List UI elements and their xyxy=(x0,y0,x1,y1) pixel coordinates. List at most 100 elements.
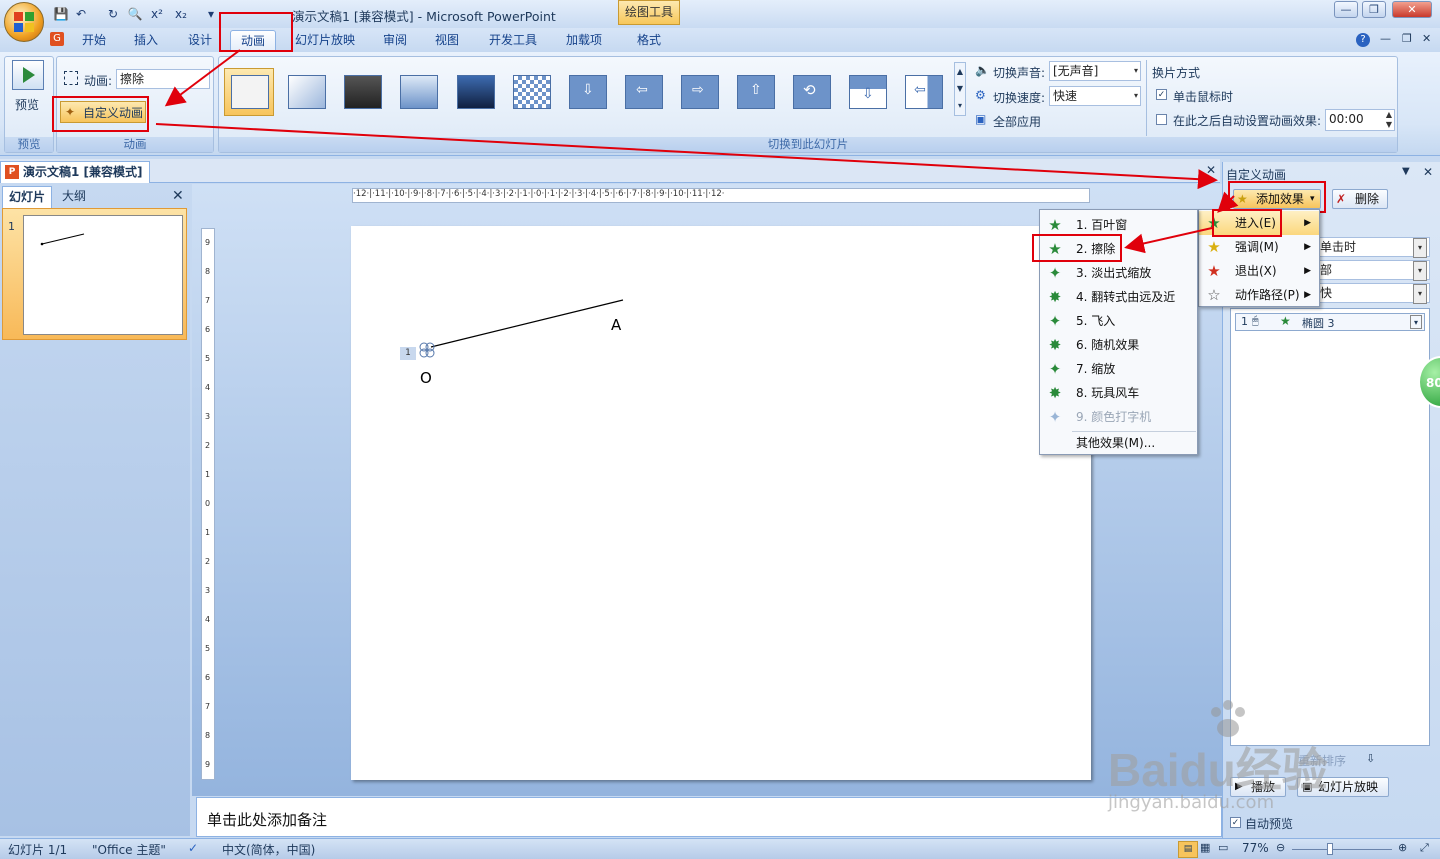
zoom-slider-thumb[interactable] xyxy=(1327,843,1333,855)
redo-icon[interactable]: ↻ xyxy=(104,5,122,23)
effect-fade-zoom[interactable]: ✦ 3. 淡出式缩放 xyxy=(1040,261,1197,285)
apply-all-button[interactable]: 全部应用 xyxy=(993,113,1041,130)
minimize-button[interactable]: — xyxy=(1334,1,1358,18)
document-tab[interactable]: P 演示文稿1 [兼容模式] xyxy=(0,161,150,183)
tab-review[interactable]: 审阅 xyxy=(379,30,411,52)
ribbon-restore-icon[interactable]: ❐ xyxy=(1402,32,1412,45)
zoom-out-icon[interactable]: ⊖ xyxy=(1276,841,1285,854)
maximize-button[interactable]: ❐ xyxy=(1362,1,1386,18)
transition-wipe-right[interactable]: ⇨ xyxy=(674,68,724,116)
slide-thumbnail[interactable] xyxy=(23,215,183,335)
save-icon[interactable]: 💾 xyxy=(52,5,70,23)
sound-dropdown[interactable]: [无声音] ▾ xyxy=(1049,61,1141,81)
effect-flip-far[interactable]: ✸ 4. 翻转式由远及近 xyxy=(1040,285,1197,309)
transition-fade-smooth[interactable] xyxy=(281,68,331,116)
more-effects-item[interactable]: 其他效果(M)... xyxy=(1040,431,1197,455)
undo-icon[interactable]: ↶ xyxy=(72,5,90,23)
animation-order-tag[interactable]: 1 xyxy=(400,347,416,360)
speed-value: 快速 xyxy=(1053,89,1078,103)
effect-zoom[interactable]: ✦ 7. 缩放 xyxy=(1040,357,1197,381)
ribbon-minimize-icon[interactable]: — xyxy=(1380,32,1391,45)
transition-wedge[interactable]: ⟲ xyxy=(786,68,836,116)
superscript-icon[interactable]: x² xyxy=(148,5,166,23)
on-click-checkbox[interactable]: ✓ xyxy=(1156,89,1167,100)
spellcheck-icon[interactable]: ✓ xyxy=(188,841,198,855)
vertical-ruler-tick: 5 xyxy=(205,644,211,654)
outline-tab[interactable]: 大纲 xyxy=(54,186,94,208)
transition-uncover-down[interactable]: ⇩ xyxy=(842,68,892,116)
transition-wipe-up[interactable]: ⇧ xyxy=(730,68,780,116)
transition-wipe-down[interactable]: ⇩ xyxy=(562,68,612,116)
help-icon[interactable]: ? xyxy=(1356,33,1370,47)
tab-view[interactable]: 视图 xyxy=(431,30,463,52)
menu-emphasis[interactable]: ★ 强调(M) ▶ xyxy=(1199,235,1319,259)
remove-effect-button[interactable]: ✗ 删除 xyxy=(1332,189,1388,209)
close-window-button[interactable]: ✕ xyxy=(1392,1,1432,18)
auto-after-checkbox[interactable] xyxy=(1156,114,1167,125)
ribbon-close-icon[interactable]: ✕ xyxy=(1422,32,1431,45)
subscript-icon[interactable]: x₂ xyxy=(172,5,190,23)
tab-addins[interactable]: 加载项 xyxy=(562,30,606,52)
label-a[interactable]: A xyxy=(611,316,621,334)
preview-icon[interactable] xyxy=(12,60,44,90)
effect-random[interactable]: ✸ 6. 随机效果 xyxy=(1040,333,1197,357)
slideshow-view-icon[interactable]: ▭ xyxy=(1218,841,1228,854)
auto-time-spinner[interactable]: 00:00 ▲ ▼ xyxy=(1325,109,1395,131)
tab-developer[interactable]: 开发工具 xyxy=(485,30,541,52)
remove-label: 删除 xyxy=(1355,192,1380,206)
transition-none[interactable] xyxy=(224,68,274,116)
pane-menu-icon[interactable]: ▼ xyxy=(1402,166,1410,177)
label-o[interactable]: O xyxy=(420,369,432,387)
transition-wipe-left[interactable]: ⇦ xyxy=(618,68,668,116)
slide-drawing xyxy=(430,299,624,348)
animation-dropdown[interactable]: 擦除 xyxy=(116,69,210,89)
vertical-ruler-tick: 6 xyxy=(205,324,211,334)
animation-list[interactable] xyxy=(1230,308,1430,746)
fit-window-icon[interactable]: ⤢ xyxy=(1420,841,1429,855)
tab-home[interactable]: 开始 xyxy=(78,30,110,52)
paw-logo-icon xyxy=(1208,700,1248,737)
transition-cut[interactable] xyxy=(393,68,443,116)
office-button[interactable] xyxy=(4,2,44,42)
print-preview-icon[interactable]: 🔍 xyxy=(126,5,144,23)
transition-fade-black[interactable] xyxy=(337,68,387,116)
close-document-icon[interactable]: ✕ xyxy=(1206,163,1216,177)
speed-effect-dropdown[interactable]: 快 ▾ xyxy=(1316,283,1430,304)
transition-dissolve[interactable] xyxy=(506,68,556,116)
zoom-in-icon[interactable]: ⊕ xyxy=(1398,841,1407,854)
sound-label: 切换声音: xyxy=(993,66,1046,80)
list-item-dropdown-icon[interactable]: ▾ xyxy=(1410,315,1422,329)
start-dropdown[interactable]: 单击时 ▾ xyxy=(1316,237,1430,258)
vertical-ruler-tick: 7 xyxy=(205,702,211,712)
tab-insert[interactable]: 插入 xyxy=(130,30,162,52)
effect-fly-in[interactable]: ✦ 5. 飞入 xyxy=(1040,309,1197,333)
transition-uncover-left[interactable]: ⇦ xyxy=(898,68,948,116)
speed-dropdown[interactable]: 快速 ▾ xyxy=(1049,86,1141,106)
slide-canvas[interactable]: A O 1 xyxy=(351,226,1091,780)
star-yellow-icon: ★ xyxy=(1207,238,1221,256)
transition-gallery-scroll[interactable]: ▲ ▼ ▾ xyxy=(954,62,966,116)
menu-motion-path[interactable]: ☆ 动作路径(P) ▶ xyxy=(1199,283,1319,307)
zoom-level[interactable]: 77% xyxy=(1242,841,1269,855)
customize-toolbar-icon[interactable]: ▾ xyxy=(202,5,220,23)
effect-pinwheel[interactable]: ✸ 8. 玩具风车 xyxy=(1040,381,1197,405)
animation-dropdown-value: 擦除 xyxy=(120,72,145,86)
close-pane-icon[interactable]: ✕ xyxy=(172,188,184,204)
transition-cut-black[interactable] xyxy=(450,68,500,116)
tab-format[interactable]: 格式 xyxy=(633,30,665,52)
zoom-slider[interactable] xyxy=(1292,849,1392,850)
ellipse-point-o[interactable] xyxy=(418,341,436,359)
animation-list-item[interactable]: 1 🖱 ★ 椭圆 3 ▾ xyxy=(1235,313,1425,331)
menu-exit[interactable]: ★ 退出(X) ▶ xyxy=(1199,259,1319,283)
slides-tab[interactable]: 幻灯片 xyxy=(2,186,52,208)
tab-slideshow[interactable]: 幻灯片放映 xyxy=(291,30,359,52)
slide-sorter-icon[interactable]: ▦ xyxy=(1200,841,1210,854)
tab-design[interactable]: 设计 xyxy=(184,30,216,52)
normal-view-icon[interactable]: ▤ xyxy=(1178,841,1198,858)
preview-label[interactable]: 预览 xyxy=(15,96,39,113)
animation-select-icon xyxy=(64,71,78,85)
property-dropdown[interactable]: 部 ▾ xyxy=(1316,260,1430,281)
notes-pane[interactable]: 单击此处添加备注 xyxy=(196,797,1222,837)
close-task-pane-icon[interactable]: ✕ xyxy=(1423,165,1433,179)
line-oa[interactable] xyxy=(430,299,624,348)
